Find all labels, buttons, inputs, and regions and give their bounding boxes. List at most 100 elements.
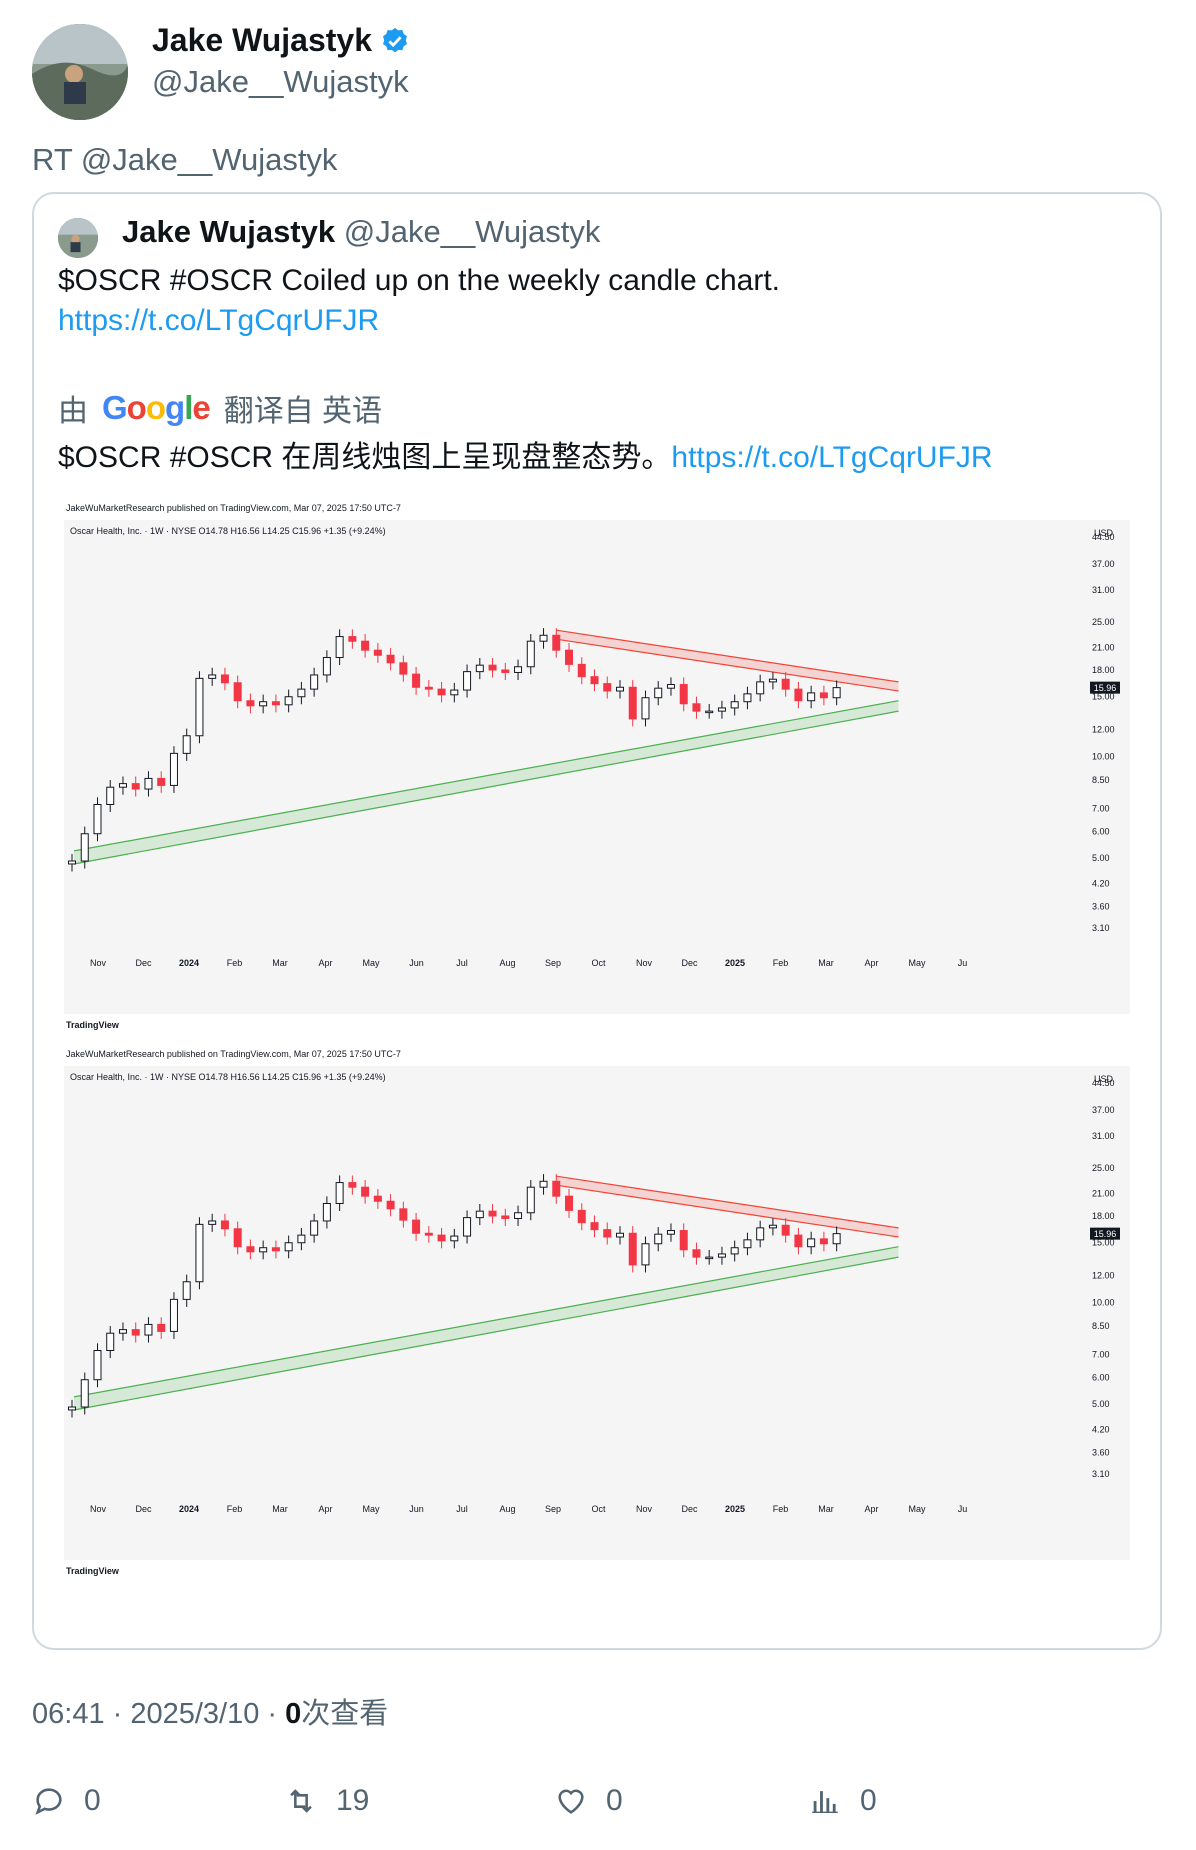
- candle-body: [641, 1243, 650, 1266]
- candle-body: [259, 701, 268, 707]
- candle-body: [730, 1247, 739, 1255]
- x-tick-label: Jul: [456, 958, 468, 968]
- candle-body: [182, 735, 191, 754]
- candle-body: [794, 688, 803, 702]
- x-tick-label: 2025: [725, 958, 745, 968]
- view-count: 0: [285, 1698, 302, 1730]
- candle-body: [348, 1182, 357, 1188]
- translated-by-prefix: 由: [58, 395, 88, 428]
- y-tick-label: 3.60: [1092, 1447, 1110, 1457]
- quoted-author-avatar[interactable]: [58, 218, 98, 258]
- google-logo: Google: [102, 389, 211, 426]
- candle-body: [373, 649, 382, 656]
- x-tick-label: Mar: [818, 958, 834, 968]
- candle-body: [424, 686, 433, 690]
- candle-body: [692, 1249, 701, 1258]
- candle-body: [118, 783, 127, 788]
- candle-body: [144, 1323, 153, 1336]
- candle-body: [628, 686, 637, 720]
- candle-body: [832, 687, 841, 699]
- verified-badge-icon: [382, 27, 407, 52]
- quoted-link[interactable]: https://t.co/LTgCqrUFJR: [58, 304, 379, 338]
- x-tick-label: Ju: [958, 958, 968, 968]
- x-tick-label: Ju: [958, 1504, 968, 1514]
- x-tick-label: Mar: [272, 958, 288, 968]
- y-tick-label: 7.00: [1092, 1350, 1110, 1360]
- tradingview-logo: TradingView: [66, 1566, 120, 1576]
- y-tick-label: 37.00: [1092, 1105, 1115, 1115]
- candle-body: [335, 636, 344, 658]
- x-tick-label: Dec: [135, 1504, 152, 1514]
- x-tick-label: Dec: [135, 958, 152, 968]
- candle-body: [590, 676, 599, 685]
- candle-body: [68, 860, 76, 865]
- author-name-text[interactable]: Jake Wujastyk: [152, 22, 372, 59]
- x-tick-label: Feb: [773, 958, 789, 968]
- candle-body: [80, 1379, 89, 1408]
- retweet-button[interactable]: 19: [284, 1784, 369, 1818]
- candle-body: [539, 634, 548, 642]
- candle-body: [615, 686, 624, 692]
- candle-body: [807, 1238, 816, 1248]
- candle-body: [539, 1180, 548, 1188]
- quoted-author-handle[interactable]: @Jake__Wujastyk: [344, 214, 601, 249]
- y-tick-label: 3.60: [1092, 901, 1110, 911]
- y-tick-label: 21.00: [1092, 1188, 1115, 1198]
- candle-body: [361, 640, 370, 651]
- candle-body: [475, 1210, 484, 1219]
- candle-body: [220, 1220, 229, 1230]
- candle-body: [195, 1223, 204, 1283]
- x-tick-label: May: [362, 1504, 380, 1514]
- candle-body: [412, 1219, 421, 1234]
- tweet-timestamp[interactable]: 06:41 · 2025/3/10 ·: [32, 1698, 285, 1730]
- x-tick-label: May: [908, 958, 926, 968]
- candle-body: [832, 1233, 841, 1245]
- author-avatar[interactable]: [32, 24, 128, 120]
- y-tick-label: 44.50: [1092, 1078, 1115, 1088]
- x-tick-label: 2024: [179, 958, 199, 968]
- candle-body: [144, 777, 153, 790]
- translated-text-row: $OSCR #OSCR 在周线烛图上呈现盘整态势。https://t.co/LT…: [58, 432, 993, 476]
- y-tick-label: 3.10: [1092, 923, 1110, 933]
- quoted-text: $OSCR #OSCR Coiled up on the weekly cand…: [58, 264, 781, 297]
- candle-body: [437, 688, 446, 696]
- chart-2[interactable]: JakeWuMarketResearch published on Tradin…: [64, 1044, 1130, 1584]
- candle-body: [106, 786, 115, 805]
- author-name[interactable]: Jake Wujastyk: [152, 22, 410, 59]
- candle-body: [157, 1323, 166, 1332]
- candle-body: [679, 684, 688, 705]
- like-button[interactable]: 0: [554, 1784, 623, 1818]
- translation-attribution: 由 Google 翻译自 英语: [58, 386, 382, 430]
- candle-body: [717, 707, 726, 712]
- y-tick-label: 25.00: [1092, 1163, 1115, 1173]
- candle-body: [794, 1234, 803, 1248]
- candle-body: [131, 783, 140, 790]
- candle-body: [603, 683, 612, 692]
- candle-body: [208, 1220, 217, 1225]
- chart-1[interactable]: JakeWuMarketResearch published on Tradin…: [64, 498, 1130, 1038]
- quoted-author[interactable]: Jake Wujastyk @Jake__Wujastyk: [122, 214, 600, 250]
- quoted-author-name[interactable]: Jake Wujastyk: [122, 214, 335, 249]
- candle-body: [322, 1202, 331, 1222]
- candle-body: [373, 1195, 382, 1202]
- candle-body: [781, 678, 790, 690]
- author-handle[interactable]: @Jake__Wujastyk: [152, 64, 409, 100]
- views-button[interactable]: 0: [808, 1784, 877, 1818]
- x-tick-label: Jul: [456, 1504, 468, 1514]
- translated-link[interactable]: https://t.co/LTgCqrUFJR: [671, 441, 992, 474]
- candle-body: [501, 1215, 510, 1219]
- chart-legend: Oscar Health, Inc. · 1W · NYSE O14.78 H1…: [70, 526, 386, 536]
- candle-body: [412, 673, 421, 688]
- candle-body: [756, 681, 765, 695]
- candle-body: [233, 682, 242, 702]
- y-tick-label: 10.00: [1092, 751, 1115, 761]
- y-tick-label: 5.00: [1092, 1399, 1110, 1409]
- candle-body: [577, 663, 586, 678]
- candle-body: [488, 664, 497, 671]
- candle-body: [514, 1212, 523, 1219]
- candle-body: [93, 1349, 102, 1381]
- candle-body: [475, 664, 484, 673]
- y-tick-label: 3.10: [1092, 1469, 1110, 1479]
- reply-button[interactable]: 0: [32, 1784, 101, 1818]
- candle-body: [437, 1234, 446, 1242]
